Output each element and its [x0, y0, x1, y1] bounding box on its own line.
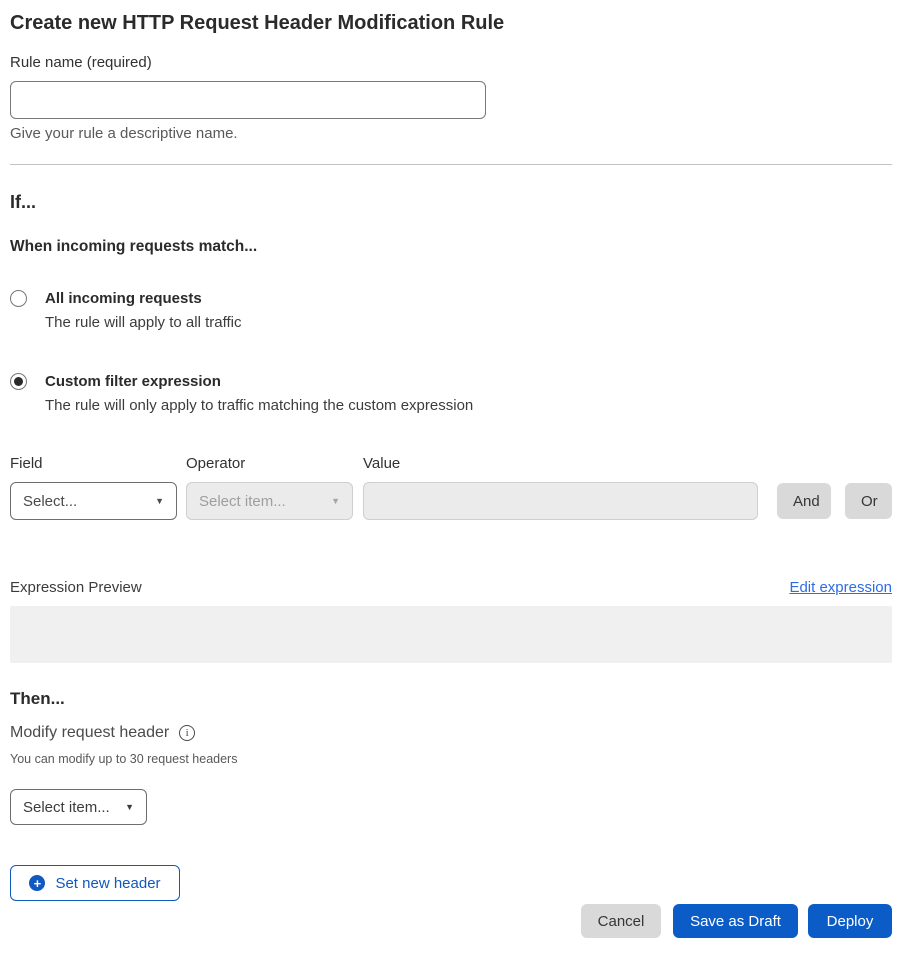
- radio-description: The rule will only apply to traffic matc…: [45, 397, 473, 414]
- footer-actions: Cancel Save as Draft Deploy: [10, 904, 892, 938]
- set-new-header-button[interactable]: + Set new header: [10, 865, 180, 901]
- radio-texts: Custom filter expression The rule will o…: [45, 373, 473, 414]
- header-action-select[interactable]: Select item... ▼: [10, 789, 147, 825]
- field-select[interactable]: Select... ▼: [10, 482, 177, 520]
- rule-name-label: Rule name (required): [10, 55, 892, 71]
- expression-preview-label: Expression Preview: [10, 579, 142, 597]
- set-new-header-label: Set new header: [55, 875, 160, 892]
- section-divider: [10, 164, 892, 165]
- radio-label[interactable]: Custom filter expression: [45, 373, 473, 390]
- match-subheading: When incoming requests match...: [10, 238, 892, 255]
- info-icon[interactable]: i: [179, 725, 195, 741]
- modify-header-helper: You can modify up to 30 request headers: [10, 753, 892, 766]
- page-title: Create new HTTP Request Header Modificat…: [10, 10, 892, 36]
- value-label: Value: [363, 456, 400, 472]
- then-heading: Then...: [10, 689, 892, 708]
- radio-description: The rule will apply to all traffic: [45, 314, 241, 331]
- radio-label[interactable]: All incoming requests: [45, 290, 241, 307]
- chevron-down-icon: ▼: [331, 496, 340, 506]
- or-button[interactable]: Or: [845, 483, 892, 519]
- modify-header-row: Modify request header i: [10, 724, 892, 742]
- operator-label: Operator: [186, 456, 363, 472]
- deploy-button[interactable]: Deploy: [808, 904, 892, 938]
- operator-select[interactable]: Select item... ▼: [186, 482, 353, 520]
- edit-expression-link[interactable]: Edit expression: [789, 579, 892, 597]
- radio-texts: All incoming requests The rule will appl…: [45, 290, 241, 331]
- modify-header-label: Modify request header: [10, 724, 169, 742]
- radio-option-all-requests[interactable]: All incoming requests The rule will appl…: [10, 290, 892, 331]
- cancel-button[interactable]: Cancel: [581, 904, 661, 938]
- radio-option-custom-filter[interactable]: Custom filter expression The rule will o…: [10, 373, 892, 414]
- expression-builder-row: Select... ▼ Select item... ▼ And Or: [10, 482, 892, 520]
- value-input[interactable]: [363, 482, 758, 520]
- andor-group: And Or: [777, 483, 892, 519]
- chevron-down-icon: ▼: [125, 802, 134, 812]
- plus-icon: +: [29, 875, 45, 891]
- create-rule-page: Create new HTTP Request Header Modificat…: [0, 10, 899, 938]
- chevron-down-icon: ▼: [155, 496, 164, 506]
- field-select-value: Select...: [23, 493, 77, 510]
- operator-select-value: Select item...: [199, 493, 286, 510]
- radio-button[interactable]: [10, 373, 27, 390]
- save-as-draft-button[interactable]: Save as Draft: [673, 904, 798, 938]
- field-label: Field: [10, 456, 186, 472]
- if-heading: If...: [10, 192, 892, 212]
- expression-preview-box: [10, 606, 892, 663]
- expression-preview-row: Expression Preview Edit expression: [10, 579, 892, 597]
- header-action-select-value: Select item...: [23, 799, 110, 816]
- rule-name-helper: Give your rule a descriptive name.: [10, 126, 892, 141]
- rule-name-input[interactable]: [10, 81, 486, 119]
- builder-labels: Field Operator Value: [10, 456, 892, 472]
- radio-button[interactable]: [10, 290, 27, 307]
- and-button[interactable]: And: [777, 483, 831, 519]
